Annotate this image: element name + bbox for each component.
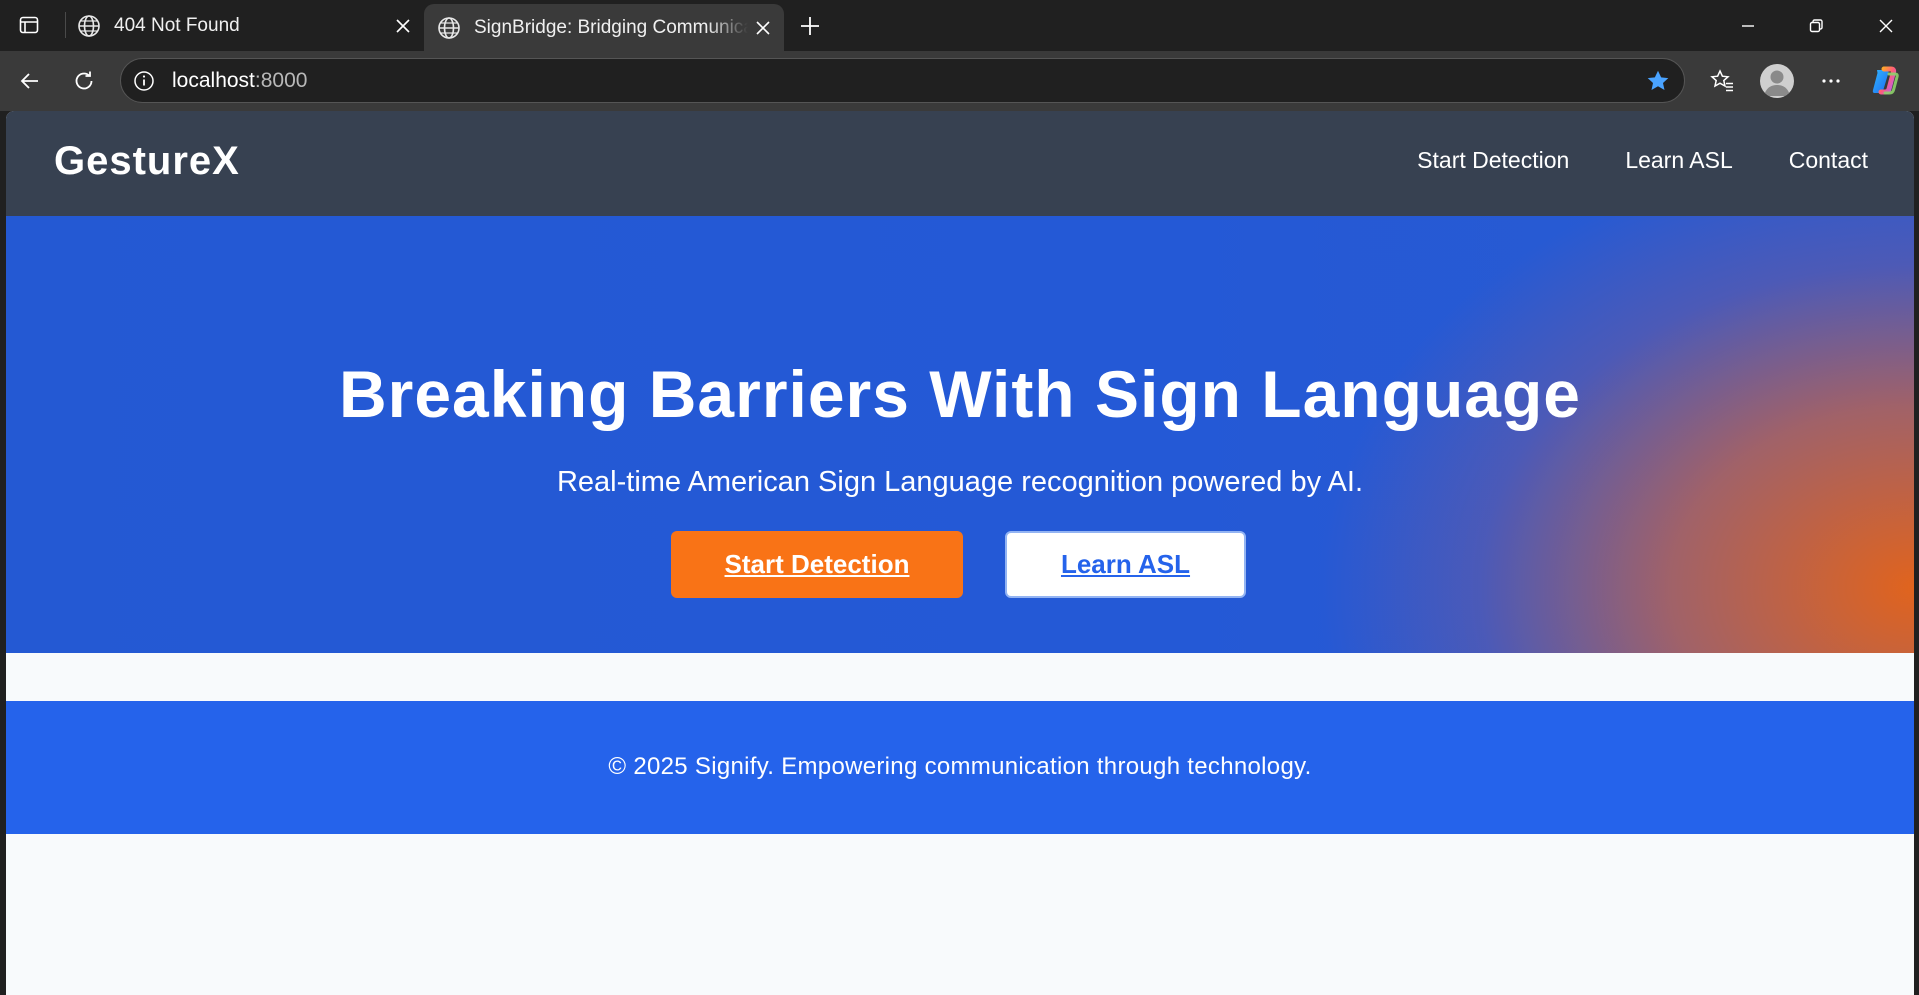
- footer-text: © 2025 Signify. Empowering communication…: [608, 753, 1312, 780]
- close-icon[interactable]: [748, 13, 778, 43]
- tab-title: SignBridge: Bridging Communication: [474, 16, 748, 38]
- window-close-icon[interactable]: [1868, 8, 1904, 44]
- tab-signbridge[interactable]: SignBridge: Bridging Communication: [424, 4, 784, 51]
- tab-404[interactable]: 404 Not Found: [66, 0, 424, 51]
- back-icon[interactable]: [12, 63, 48, 99]
- site-footer: © 2025 Signify. Empowering communication…: [6, 701, 1914, 834]
- close-icon[interactable]: [388, 11, 418, 41]
- nav-links: Start Detection Learn ASL Contact: [1417, 147, 1868, 174]
- url-host: localhost: [172, 69, 255, 92]
- restore-icon[interactable]: [1798, 8, 1834, 44]
- site-navbar: GestureX Start Detection Learn ASL Conta…: [6, 111, 1914, 216]
- start-detection-button[interactable]: Start Detection: [671, 531, 963, 598]
- tab-bar: 404 Not Found SignBridge: Bridging Commu…: [0, 0, 1919, 51]
- star-icon[interactable]: [1644, 67, 1672, 95]
- url-text: localhost:8000: [172, 69, 307, 93]
- address-bar[interactable]: localhost:8000: [120, 58, 1685, 103]
- nav-link-start-detection[interactable]: Start Detection: [1417, 147, 1569, 174]
- globe-icon: [76, 13, 102, 39]
- reload-icon[interactable]: [66, 63, 102, 99]
- learn-asl-button[interactable]: Learn ASL: [1005, 531, 1246, 598]
- page-viewport: GestureX Start Detection Learn ASL Conta…: [6, 111, 1914, 995]
- browser-toolbar: localhost:8000: [0, 51, 1919, 111]
- new-tab-icon[interactable]: [794, 10, 826, 42]
- tab-actions-icon[interactable]: [18, 14, 40, 36]
- minimize-icon[interactable]: [1730, 8, 1766, 44]
- copilot-icon[interactable]: [1867, 63, 1903, 99]
- hero-title: Breaking Barriers With Sign Language: [339, 357, 1581, 431]
- more-icon[interactable]: [1813, 63, 1849, 99]
- nav-link-contact[interactable]: Contact: [1789, 147, 1868, 174]
- favorites-icon[interactable]: [1704, 63, 1740, 99]
- site-logo[interactable]: GestureX: [54, 139, 240, 184]
- tab-title: 404 Not Found: [114, 14, 240, 36]
- hero-subtitle: Real-time American Sign Language recogni…: [556, 466, 1364, 498]
- profile-icon[interactable]: [1760, 64, 1794, 98]
- hero-section: Breaking Barriers With Sign Language Rea…: [6, 216, 1914, 653]
- nav-link-learn-asl[interactable]: Learn ASL: [1625, 147, 1732, 174]
- globe-icon: [436, 15, 462, 41]
- url-port: :8000: [254, 69, 308, 92]
- info-icon[interactable]: [132, 69, 156, 93]
